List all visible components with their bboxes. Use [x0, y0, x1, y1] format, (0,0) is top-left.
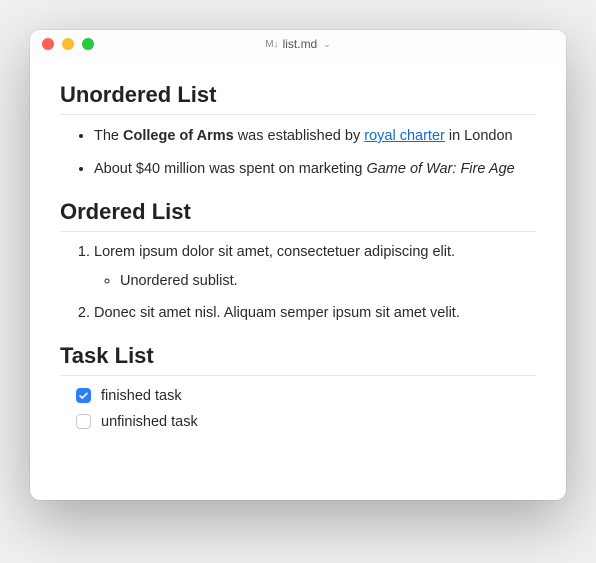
close-button[interactable]: [42, 38, 54, 50]
filename-label: list.md: [283, 37, 318, 51]
text-segment: was established by: [234, 128, 365, 144]
royal-charter-link[interactable]: royal charter: [364, 128, 445, 144]
titlebar[interactable]: M↓ list.md ⌄: [30, 30, 566, 58]
checkmark-icon: [78, 390, 89, 401]
nested-unordered-list: Unordered sublist.: [94, 271, 536, 293]
document-content: Unordered List The College of Arms was e…: [30, 58, 566, 500]
list-item: The College of Arms was established by r…: [94, 125, 536, 148]
task-label: unfinished task: [101, 414, 198, 430]
checkbox-unchecked[interactable]: [76, 414, 91, 429]
heading-task-list: Task List: [60, 343, 536, 376]
app-window: M↓ list.md ⌄ Unordered List The College …: [30, 30, 566, 500]
task-item: finished task: [76, 388, 536, 404]
bold-text: College of Arms: [123, 128, 234, 144]
heading-ordered-list: Ordered List: [60, 199, 536, 232]
task-label: finished task: [101, 388, 182, 404]
text-segment: in London: [445, 128, 513, 144]
chevron-down-icon: ⌄: [323, 39, 331, 50]
unordered-list: The College of Arms was established by r…: [60, 125, 536, 181]
task-item: unfinished task: [76, 414, 536, 430]
list-item: About $40 million was spent on marketing…: [94, 158, 536, 181]
ordered-list: Lorem ipsum dolor sit amet, consectetuer…: [60, 242, 536, 325]
traffic-lights: [30, 38, 94, 50]
list-item: Unordered sublist.: [120, 271, 536, 293]
maximize-button[interactable]: [82, 38, 94, 50]
task-list: finished task unfinished task: [60, 388, 536, 430]
minimize-button[interactable]: [62, 38, 74, 50]
list-item: Donec sit amet nisl. Aliquam semper ipsu…: [94, 303, 536, 325]
checkbox-checked[interactable]: [76, 388, 91, 403]
markdown-file-icon: M↓: [265, 39, 278, 50]
text-segment: The: [94, 128, 123, 144]
window-title[interactable]: M↓ list.md ⌄: [265, 37, 331, 51]
heading-unordered-list: Unordered List: [60, 82, 536, 115]
text-segment: About $40 million was spent on marketing: [94, 161, 366, 177]
italic-text: Game of War: Fire Age: [366, 161, 514, 177]
list-item: Lorem ipsum dolor sit amet, consectetuer…: [94, 242, 536, 294]
text-segment: Lorem ipsum dolor sit amet, consectetuer…: [94, 244, 455, 260]
